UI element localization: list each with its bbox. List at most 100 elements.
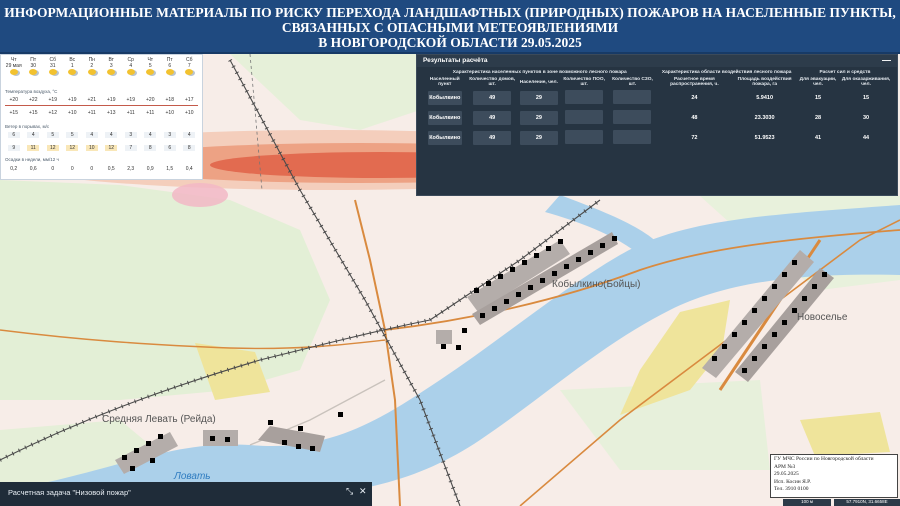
forecast-wind: 4 (24, 132, 44, 138)
forecast-prec: 2,3 (127, 166, 135, 172)
forecast-gust-value: 8 (183, 145, 196, 151)
forecast-prec: 0 (51, 166, 55, 172)
settlement-chip: Кобылкино (427, 131, 462, 145)
forecast-gust: 7 (121, 145, 141, 151)
forecast-prec: 0,6 (29, 166, 37, 172)
results-group-header-row: Характеристика населенных пунктов в зоне… (423, 69, 893, 76)
table-cell: 48 (691, 115, 698, 121)
group-header-settlements: Характеристика населенных пунктов в зоне… (452, 70, 627, 75)
forecast-wind-row: 6455443434 (4, 132, 199, 138)
forecast-temp-min: +10 (68, 110, 77, 116)
partly-cloudy-icon (126, 69, 135, 75)
value-chip: 49 (473, 91, 512, 105)
stamp-org: ГУ МЧС России по Новгородской области (774, 456, 874, 462)
label-kobylkino: Кобылкино(Бойцы) (552, 278, 640, 290)
settlement-chip: Кобылкино (427, 91, 462, 105)
forecast-gust: 12 (63, 145, 83, 151)
group-header-forces: Расчет сил и средств (819, 70, 871, 75)
value-chip: 49 (473, 111, 512, 125)
value-chip: 49 (473, 131, 512, 145)
forecast-gust: 6 (160, 145, 180, 151)
results-column-header-row: Населенный пункт Количество домов, шт. Нас… (423, 76, 893, 88)
table-row: Кобылкино 49 29 72 51.9523 41 44 (423, 128, 893, 148)
forecast-prec: 0,2 (10, 166, 18, 172)
forecast-temp-min: +15 (9, 110, 18, 116)
forecast-wind: 4 (102, 132, 122, 138)
forecast-temp-min: +11 (87, 110, 96, 116)
stamp-executor: Исп. Косин Я.Р. (774, 478, 811, 485)
forecast-temp-max: +18 (165, 97, 174, 103)
forecast-gust-value: 11 (27, 145, 40, 151)
forecast-wind-value: 4 (85, 132, 98, 138)
results-header: Результаты расчёта — (417, 55, 897, 67)
forecast-wind: 3 (121, 132, 141, 138)
results-table-body: Кобылкино 49 29 24 5.9410 15 15 Кобылкино 49 29 48… (423, 88, 893, 148)
forecast-wind-value: 4 (27, 132, 40, 138)
table-cell (560, 128, 609, 148)
forecast-wind-value: 6 (7, 132, 20, 138)
value-chip (565, 110, 604, 124)
value-chip: 29 (519, 91, 558, 105)
partly-cloudy-icon (68, 69, 77, 75)
title-line-1: ИНФОРМАЦИОННЫЕ МАТЕРИАЛЫ ПО РИСКУ ПЕРЕХО… (4, 5, 896, 20)
forecast-gust: 12 (43, 145, 63, 151)
table-cell: 49 (467, 128, 518, 148)
forecast-prec: 0,5 (107, 166, 115, 172)
forecast-wind-value: 3 (124, 132, 137, 138)
close-icon[interactable]: ✕ (359, 486, 367, 497)
partly-cloudy-icon (29, 69, 38, 75)
results-column-header: Количество домов, шт. (469, 77, 516, 87)
table-cell (560, 108, 609, 128)
label-river-lovat: Ловать (173, 471, 211, 482)
partly-cloudy-icon (165, 69, 174, 75)
results-column-header: Расчетное время распространения, ч. (670, 77, 719, 87)
forecast-weather-cell (63, 69, 83, 77)
table-cell: Кобылкино (423, 88, 467, 108)
forecast-temp-min: +10 (185, 110, 194, 116)
table-cell: 51.9523 (754, 135, 775, 141)
forecast-temp-max: +21 (87, 97, 96, 103)
forecast-temp-max: +19 (126, 97, 135, 103)
forecast-gust: 10 (82, 145, 102, 151)
forecast-wind-value: 5 (66, 132, 79, 138)
table-cell (560, 88, 609, 108)
forecast-temp-min: +15 (29, 110, 38, 116)
forecast-wind-value: 5 (46, 132, 59, 138)
table-cell: 29 (518, 108, 560, 128)
task-label: Расчетная задача "Низовой пожар" (8, 488, 131, 497)
forecast-wind: 3 (160, 132, 180, 138)
wind-label: Ветер в порывах, м/с (5, 124, 50, 129)
forecast-temp-max: +19 (107, 97, 116, 103)
table-cell: Кобылкино (423, 128, 467, 148)
map-coordinates: 57.7910N, 31.6658E (834, 499, 900, 506)
temp-trend-line (5, 105, 198, 106)
forecast-temp-min: +10 (165, 110, 174, 116)
table-cell: 44 (862, 135, 870, 141)
value-chip (613, 90, 652, 104)
forecast-weather-cell (82, 69, 102, 77)
forecast-gust-value: 12 (46, 145, 59, 151)
expand-icon[interactable]: ⤡ (346, 486, 353, 497)
forecast-temp-max-row: +20 +22 +19 +19 +21 +19 +19 +20 +18 +17 (4, 97, 199, 103)
forecast-gust: 8 (141, 145, 161, 151)
forecast-prec: 0 (90, 166, 94, 172)
forecast-temp-max: +19 (68, 97, 77, 103)
forecast-prec: 1,5 (166, 166, 174, 172)
page-title: ИНФОРМАЦИОННЫЕ МАТЕРИАЛЫ ПО РИСКУ ПЕРЕХО… (0, 0, 900, 54)
forecast-gust: 11 (24, 145, 44, 151)
partly-cloudy-icon (185, 69, 194, 75)
value-chip: 29 (519, 111, 558, 125)
temp-label: Температура воздуха, °C (5, 89, 58, 94)
weather-forecast-panel: Чт Пт Сб Вс Пн Вт Ср Чт Пт Сб 29 мая 30 31 1 2 3 4 5 6 7 Т… (0, 54, 203, 180)
forecast-weather-cell (121, 69, 141, 77)
results-column-header: Количество ПОО, шт. (563, 77, 605, 87)
partly-cloudy-icon (146, 69, 155, 75)
value-chip (613, 110, 652, 124)
minimize-button[interactable]: — (882, 55, 891, 65)
forecast-prec: 0,9 (146, 166, 154, 172)
forecast-gust-value: 7 (124, 145, 137, 151)
forecast-wind-value: 4 (144, 132, 157, 138)
forecast-gust-value: 12 (66, 145, 79, 151)
title-line-2: СВЯЗАННЫХ С ОПАСНЫМИ МЕТЕОЯВЛЕНИЯМИ (281, 20, 619, 35)
table-cell: 15 (814, 95, 822, 101)
